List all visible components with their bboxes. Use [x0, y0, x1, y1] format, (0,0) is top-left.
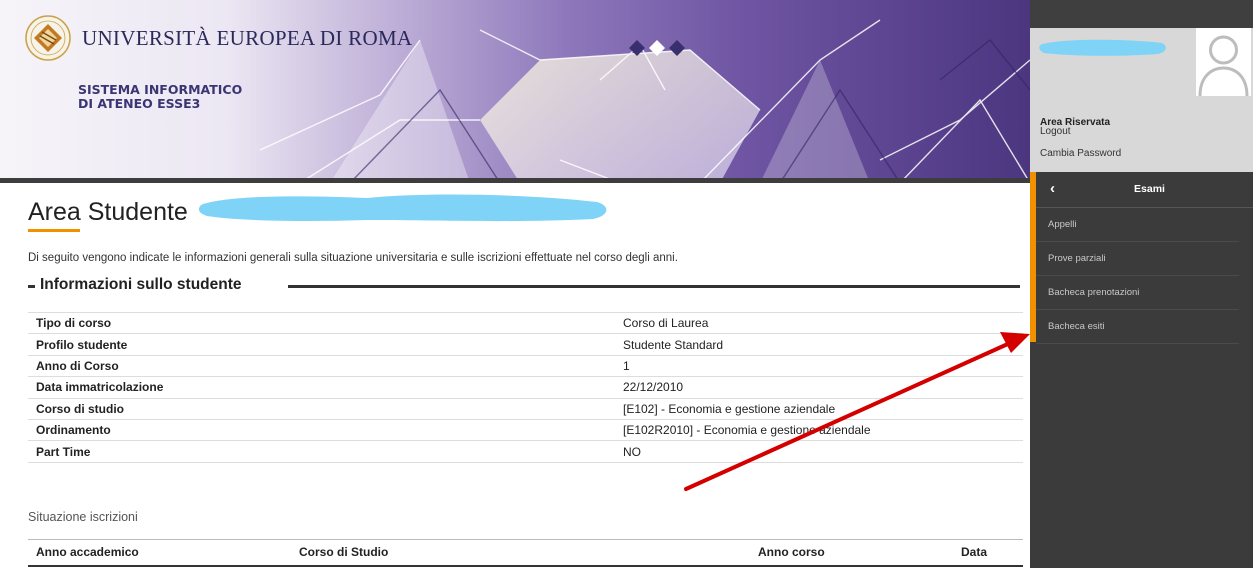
menu-item-bacheca-esiti[interactable]: Bacheca esiti — [1036, 310, 1239, 344]
info-value: NO — [615, 440, 1023, 463]
intro-text: Di seguito vengono indicate le informazi… — [28, 252, 678, 264]
table-row: Anno di Corso 1 — [28, 355, 1023, 378]
system-title: SISTEMA INFORMATICO DI ATENEO ESSE3 — [78, 83, 242, 111]
student-info-table: Tipo di corso Corso di Laurea Profilo st… — [28, 311, 1023, 463]
info-value: 1 — [615, 355, 1023, 378]
info-label: Corso di studio — [28, 398, 615, 420]
column-header-course[interactable]: Corso di Studio — [291, 539, 750, 567]
page-title: Area Studente — [28, 198, 188, 226]
info-label: Anno di Corso — [28, 355, 615, 378]
menu-title: Esami — [1134, 183, 1165, 195]
title-accent-underline — [28, 229, 80, 232]
info-value: 22/12/2010 — [615, 376, 1023, 399]
logout-link[interactable]: Logout — [1040, 126, 1071, 137]
table-row: Corso di studio [E102] - Economia e gest… — [28, 398, 1023, 420]
student-info-title: Informazioni sullo studente — [40, 276, 242, 293]
menu-item-prove-parziali[interactable]: Prove parziali — [1036, 242, 1239, 276]
redacted-student-name — [198, 194, 607, 222]
table-header-row: Anno accademico Corso di Studio Anno cor… — [28, 539, 1023, 567]
heading-dash — [28, 285, 35, 288]
info-label: Tipo di corso — [28, 311, 615, 335]
info-label: Profilo studente — [28, 333, 615, 356]
enrollments-table: Anno accademico Corso di Studio Anno cor… — [28, 539, 1023, 567]
university-name: UNIVERSITÀ EUROPEA DI ROMA — [82, 25, 413, 50]
exams-menu: ‹ Esami Appelli Prove parziali Bacheca p… — [1030, 172, 1253, 568]
redacted-user-name — [1039, 39, 1166, 56]
system-title-line1: SISTEMA INFORMATICO — [78, 82, 243, 97]
column-header-academic-year[interactable]: Anno accademico — [28, 539, 291, 567]
info-label: Ordinamento — [28, 419, 615, 442]
menu-item-appelli[interactable]: Appelli — [1036, 208, 1239, 242]
menu-item-bacheca-prenotazioni[interactable]: Bacheca prenotazioni — [1036, 276, 1239, 310]
column-header-course-year[interactable]: Anno corso — [750, 539, 953, 567]
menu-header: ‹ Esami — [1036, 172, 1253, 208]
enrollments-title: Situazione iscrizioni — [28, 510, 138, 524]
info-value: [E102R2010] - Economia e gestione aziend… — [615, 419, 1023, 442]
info-value: [E102] - Economia e gestione aziendale — [615, 398, 1023, 420]
header-banner: UNIVERSITÀ EUROPEA DI ROMA SISTEMA INFOR… — [0, 0, 1030, 183]
column-header-date[interactable]: Data — [953, 539, 1023, 567]
heading-rule — [288, 285, 1020, 288]
table-row: Tipo di corso Corso di Laurea — [28, 311, 1023, 335]
info-label: Part Time — [28, 440, 615, 463]
university-logo[interactable]: UNIVERSITÀ EUROPEA DI ROMA — [24, 14, 412, 62]
table-row: Ordinamento [E102R2010] - Economia e ges… — [28, 419, 1023, 442]
university-seal-icon — [25, 15, 71, 61]
info-value: Studente Standard — [615, 333, 1023, 356]
table-row: Data immatricolazione 22/12/2010 — [28, 376, 1023, 399]
user-avatar-icon[interactable] — [1196, 28, 1251, 96]
user-panel: Area Riservata Logout Cambia Password — [1030, 28, 1253, 172]
info-value: Corso di Laurea — [615, 311, 1023, 335]
side-panel-topbar — [1030, 0, 1253, 28]
system-title-line2: DI ATENEO ESSE3 — [78, 96, 201, 111]
info-label: Data immatricolazione — [28, 376, 615, 399]
change-password-link[interactable]: Cambia Password — [1040, 148, 1121, 159]
table-row: Profilo studente Studente Standard — [28, 333, 1023, 356]
student-info-heading: Informazioni sullo studente — [28, 270, 1020, 300]
banner-divider — [0, 178, 1030, 183]
table-row: Part Time NO — [28, 440, 1023, 463]
